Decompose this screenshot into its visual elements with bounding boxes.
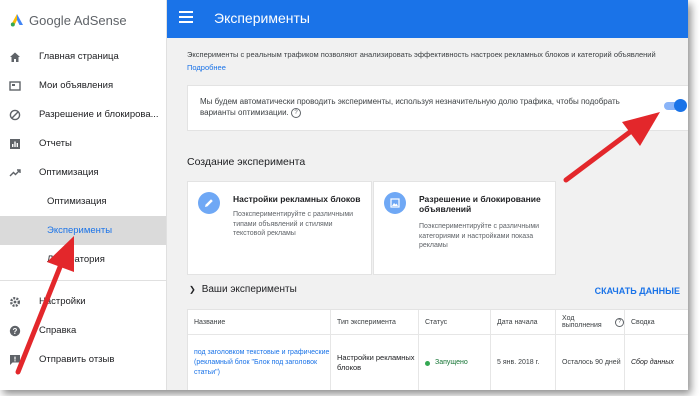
top-bar: Эксперименты (167, 0, 688, 38)
sidebar: Google AdSense Главная страница Мои объя… (0, 0, 167, 390)
column-header[interactable]: Сводка (625, 310, 688, 335)
sidebar-item-help[interactable]: ? Справка (0, 316, 166, 345)
sidebar-item-settings[interactable]: Настройки (0, 287, 166, 316)
column-header[interactable]: Название (188, 310, 331, 335)
sidebar-nav: Главная страница Мои объявления Разрешен… (0, 42, 166, 374)
chevron-down-icon: ❯ (189, 285, 196, 294)
sidebar-item-allow-block[interactable]: Разрешение и блокирова... (0, 100, 166, 129)
create-experiment-title: Создание эксперимента (187, 156, 306, 168)
experiment-type: Настройки рекламных блоков (331, 335, 419, 390)
progress-text: Осталось 90 дней (556, 335, 625, 390)
experiment-name-link[interactable]: под заголовком текстовые и графические (… (188, 335, 331, 390)
status-badge: Запущено (419, 335, 491, 390)
help-icon: ? (8, 324, 22, 338)
gear-icon (8, 295, 22, 309)
auto-experiments-label: Мы будем автоматически проводить экспери… (200, 97, 620, 117)
pencil-icon (198, 192, 220, 214)
column-header[interactable]: Тип эксперимента (331, 310, 419, 335)
auto-experiments-text: Мы будем автоматически проводить экспери… (200, 96, 640, 118)
column-header-label: Ход выполнения (562, 315, 602, 329)
sidebar-item-label: Справка (39, 325, 77, 336)
feedback-icon (8, 353, 22, 367)
main-content: Эксперименты с реальным трафиком позволя… (177, 38, 688, 390)
app-name: Google AdSense (29, 12, 127, 28)
sidebar-item-label: Главная страница (39, 51, 119, 62)
sidebar-subitem-optimization[interactable]: Оптимизация (0, 187, 166, 216)
sidebar-item-label: Оптимизация (39, 167, 99, 178)
table-row: под заголовком текстовые и графические (… (188, 335, 688, 390)
adsense-logo-icon (10, 13, 24, 27)
page-title: Эксперименты (214, 10, 310, 26)
sidebar-item-label: Отправить отзыв (39, 354, 115, 365)
reports-icon (8, 137, 22, 151)
toggle-knob (674, 99, 687, 112)
card-title: Разрешение и блокирование объявлений (419, 194, 541, 214)
block-icon (8, 108, 22, 122)
sidebar-item-reports[interactable]: Отчеты (0, 129, 166, 158)
auto-experiments-toggle[interactable] (664, 99, 688, 113)
sidebar-item-label: Оптимизация (47, 196, 107, 207)
sidebar-subitem-experiments[interactable]: Эксперименты (0, 216, 166, 245)
intro-text: Эксперименты с реальным трафиком позволя… (187, 50, 656, 59)
sidebar-item-label: Лаборатория (47, 254, 105, 265)
card-description: Поэкспериментируйте с различными типами … (233, 211, 354, 237)
logo[interactable]: Google AdSense (10, 10, 127, 30)
app-window: Google AdSense Главная страница Мои объя… (0, 0, 688, 390)
sidebar-item-feedback[interactable]: Отправить отзыв (0, 345, 166, 374)
learn-more-link[interactable]: Подробнее (187, 63, 226, 72)
allow-block-card[interactable]: Разрешение и блокирование объявлений Поэ… (373, 181, 556, 275)
ads-icon (8, 79, 22, 93)
auto-experiments-card: Мы будем автоматически проводить экспери… (187, 85, 688, 131)
image-icon (384, 192, 406, 214)
sidebar-item-label: Настройки (39, 296, 86, 307)
your-experiments-header[interactable]: ❯ Ваши эксперименты (189, 284, 297, 295)
info-icon[interactable]: ? (615, 317, 624, 327)
status-label: Запущено (435, 359, 468, 366)
sidebar-item-label: Мои объявления (39, 80, 114, 91)
home-icon (8, 50, 22, 64)
summary-text: Сбор данных (631, 359, 674, 366)
info-icon[interactable]: ? (291, 107, 302, 118)
experiments-table: Название Тип эксперимента Статус Дата на… (187, 309, 688, 390)
column-header[interactable]: Дата начала (491, 310, 556, 335)
table-header-row: Название Тип эксперимента Статус Дата на… (188, 310, 688, 335)
download-data-button[interactable]: СКАЧАТЬ ДАННЫЕ (595, 286, 680, 296)
sidebar-item-optimization[interactable]: Оптимизация (0, 158, 166, 187)
sidebar-item-label: Эксперименты (47, 225, 113, 236)
divider (0, 280, 166, 281)
menu-icon[interactable] (179, 11, 193, 25)
column-header[interactable]: Статус (419, 310, 491, 335)
sidebar-item-home[interactable]: Главная страница (0, 42, 166, 71)
svg-text:?: ? (13, 327, 18, 336)
trending-icon (8, 166, 22, 180)
card-description: Поэкспериментируйте с различными категор… (419, 223, 540, 249)
sidebar-item-label: Отчеты (39, 138, 72, 149)
card-title: Настройки рекламных блоков (233, 194, 361, 204)
column-header-progress[interactable]: Ход выполнения ? (556, 310, 625, 335)
your-experiments-title: Ваши эксперименты (201, 284, 297, 295)
sidebar-item-label: Разрешение и блокирова... (39, 109, 159, 120)
start-date: 5 янв. 2018 г. (491, 335, 556, 390)
sidebar-item-my-ads[interactable]: Мои объявления (0, 71, 166, 100)
sidebar-subitem-lab[interactable]: Лаборатория (0, 245, 166, 274)
status-dot-icon (425, 360, 430, 366)
ad-unit-settings-card[interactable]: Настройки рекламных блоков Поэксперимент… (187, 181, 372, 275)
